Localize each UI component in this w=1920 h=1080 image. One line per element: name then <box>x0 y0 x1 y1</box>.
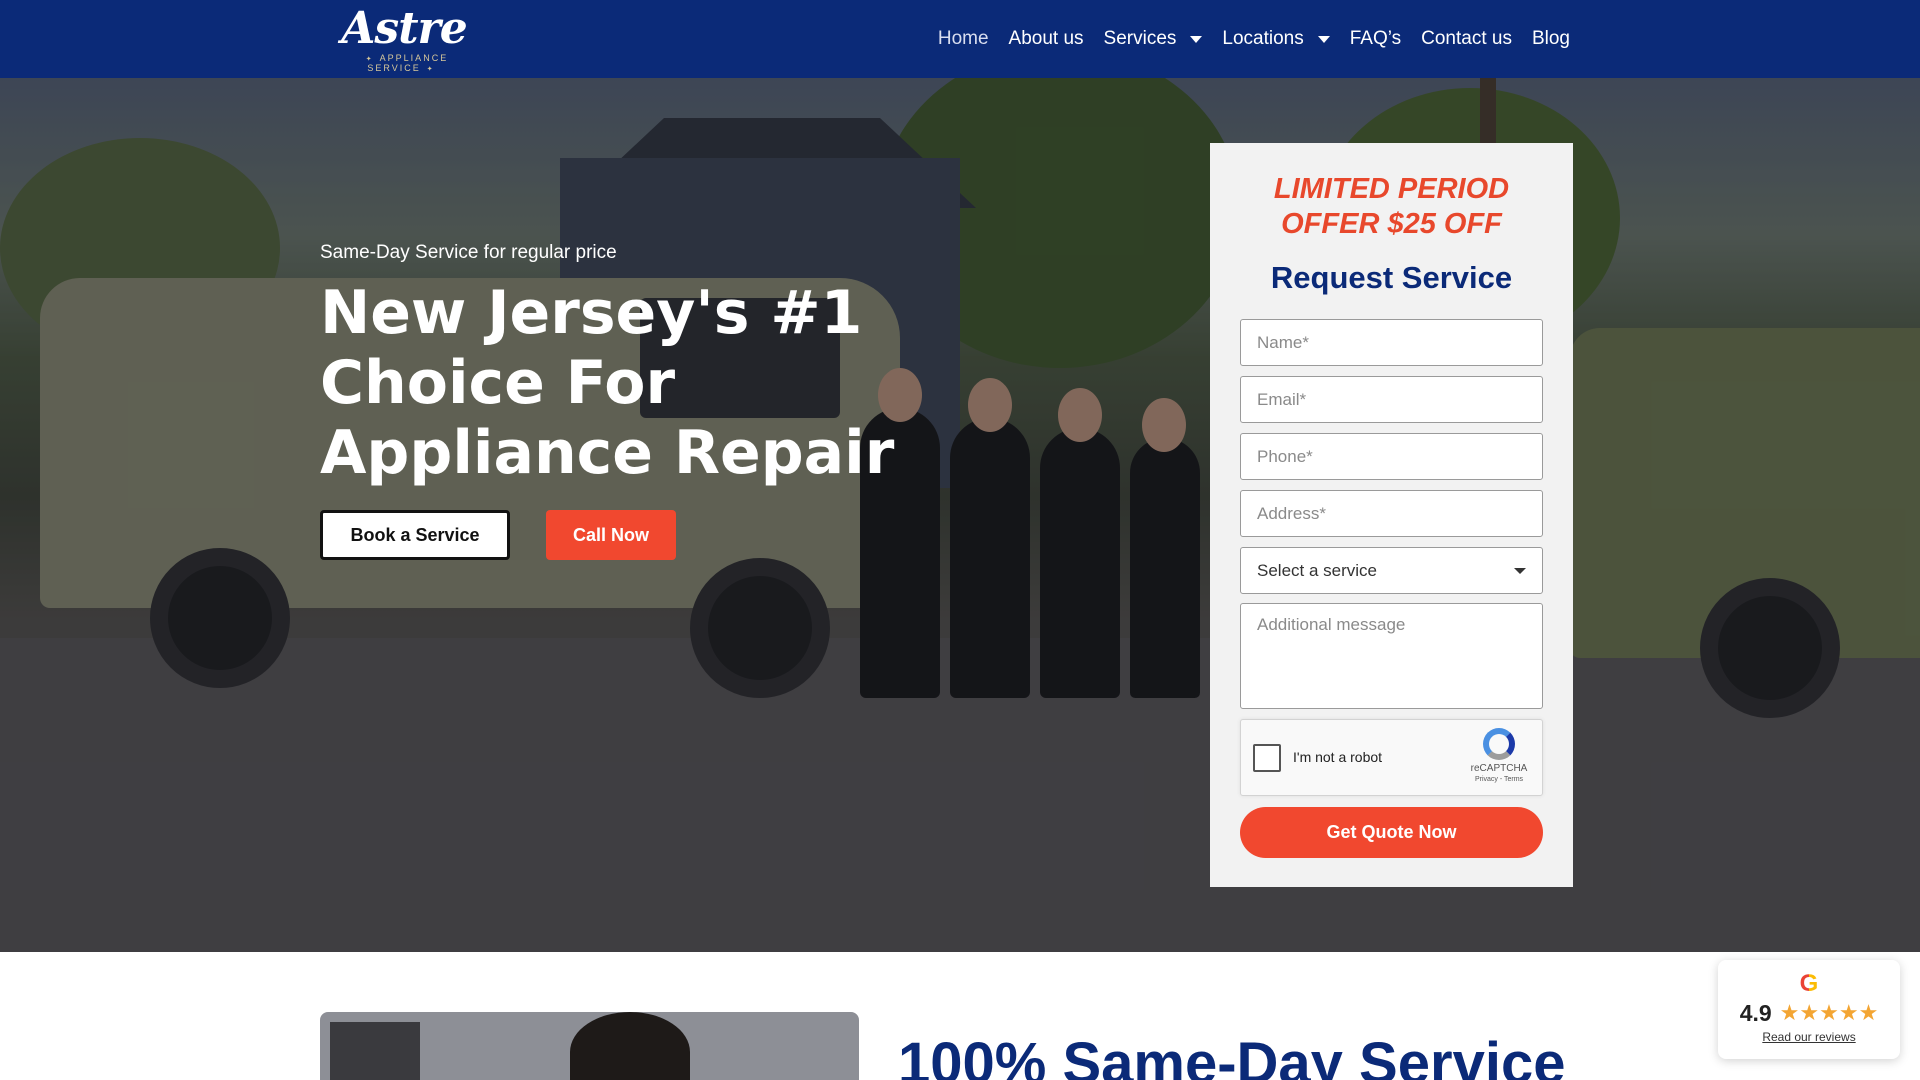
address-field[interactable]: Address* <box>1240 490 1543 537</box>
hero-section: Same-Day Service for regular price New J… <box>0 78 1920 952</box>
hero-buttons: Book a Service Call Now <box>320 510 880 560</box>
nav-locations-label: Locations <box>1222 28 1304 49</box>
technician-image <box>320 1012 859 1080</box>
request-service-form: LIMITED PERIOD OFFER $25 OFF Request Ser… <box>1210 143 1573 887</box>
recaptcha-badge: reCAPTCHA Privacy - Terms <box>1468 728 1530 783</box>
logo-wordmark: Astre <box>341 3 467 54</box>
logo-subtitle: APPLIANCE SERVICE <box>328 53 480 73</box>
message-field[interactable]: Additional message <box>1240 603 1543 709</box>
nav-faqs[interactable]: FAQ’s <box>1350 28 1401 50</box>
nav-blog-label: Blog <box>1531 28 1570 49</box>
call-now-button[interactable]: Call Now <box>546 510 676 560</box>
google-review-widget[interactable]: G 4.9 ★★★★★ Read our reviews <box>1718 960 1900 1059</box>
recaptcha-widget: I'm not a robot reCAPTCHA Privacy - Term… <box>1240 719 1543 796</box>
nav-locations[interactable]: Locations <box>1222 28 1330 50</box>
service-select[interactable]: Select a service <box>1240 547 1543 594</box>
recaptcha-brand: reCAPTCHA <box>1470 763 1528 774</box>
chevron-down-icon <box>1514 567 1526 574</box>
form-title: Request Service <box>1270 260 1513 295</box>
nav-about-us[interactable]: About us <box>1009 28 1084 50</box>
recaptcha-label: I'm not a robot <box>1293 749 1383 765</box>
chevron-down-icon <box>1317 35 1330 43</box>
nav-services[interactable]: Services <box>1104 28 1203 50</box>
recaptcha-links[interactable]: Privacy - Terms <box>1468 776 1530 783</box>
top-navbar: Astre APPLIANCE SERVICE Home About us Se… <box>0 0 1920 78</box>
nav-home[interactable]: Home <box>938 28 989 50</box>
main-menu: Home About us Services Locations FAQ’s C… <box>938 0 1570 78</box>
read-reviews-link[interactable]: Read our reviews <box>1718 1030 1900 1044</box>
google-icon: G <box>1718 970 1900 998</box>
nav-blog[interactable]: Blog <box>1532 28 1570 50</box>
section-title: 100% Same-Day Service <box>898 1031 1566 1080</box>
hero-tagline: Same-Day Service for regular price <box>320 242 617 263</box>
service-select-value: Select a service <box>1257 560 1377 580</box>
phone-field[interactable]: Phone* <box>1240 433 1543 480</box>
offer-banner: LIMITED PERIOD OFFER $25 OFF <box>1210 172 1573 242</box>
appliance-shape <box>330 1022 420 1080</box>
technician-shape <box>570 1012 690 1080</box>
nav-about-label: About us <box>1008 28 1084 49</box>
recaptcha-checkbox[interactable] <box>1253 744 1281 772</box>
offer-line-2: OFFER $25 OFF <box>1281 208 1502 240</box>
nav-services-label: Services <box>1103 28 1177 49</box>
star-icon: ★★★★★ <box>1779 1001 1879 1026</box>
rating-value: 4.9 <box>1739 1000 1772 1026</box>
nav-contact-us[interactable]: Contact us <box>1421 28 1512 50</box>
email-field[interactable]: Email* <box>1240 376 1543 423</box>
brand-logo[interactable]: Astre APPLIANCE SERVICE <box>328 3 480 74</box>
nav-home-label: Home <box>937 28 989 49</box>
chevron-down-icon <box>1190 35 1203 43</box>
hero-content: Same-Day Service for regular price New J… <box>320 166 894 560</box>
hero-headline: New Jersey's #1 Choice For Appliance Rep… <box>320 278 895 488</box>
rating-row: 4.9 ★★★★★ <box>1718 1000 1900 1027</box>
book-service-button[interactable]: Book a Service <box>320 510 510 560</box>
offer-line-1: LIMITED PERIOD <box>1273 173 1510 205</box>
name-field[interactable]: Name* <box>1240 319 1543 366</box>
recaptcha-icon <box>1483 728 1515 760</box>
get-quote-button[interactable]: Get Quote Now <box>1240 807 1543 858</box>
nav-contact-label: Contact us <box>1421 28 1512 49</box>
hero-overlay <box>0 78 1920 952</box>
nav-faqs-label: FAQ’s <box>1349 28 1402 49</box>
